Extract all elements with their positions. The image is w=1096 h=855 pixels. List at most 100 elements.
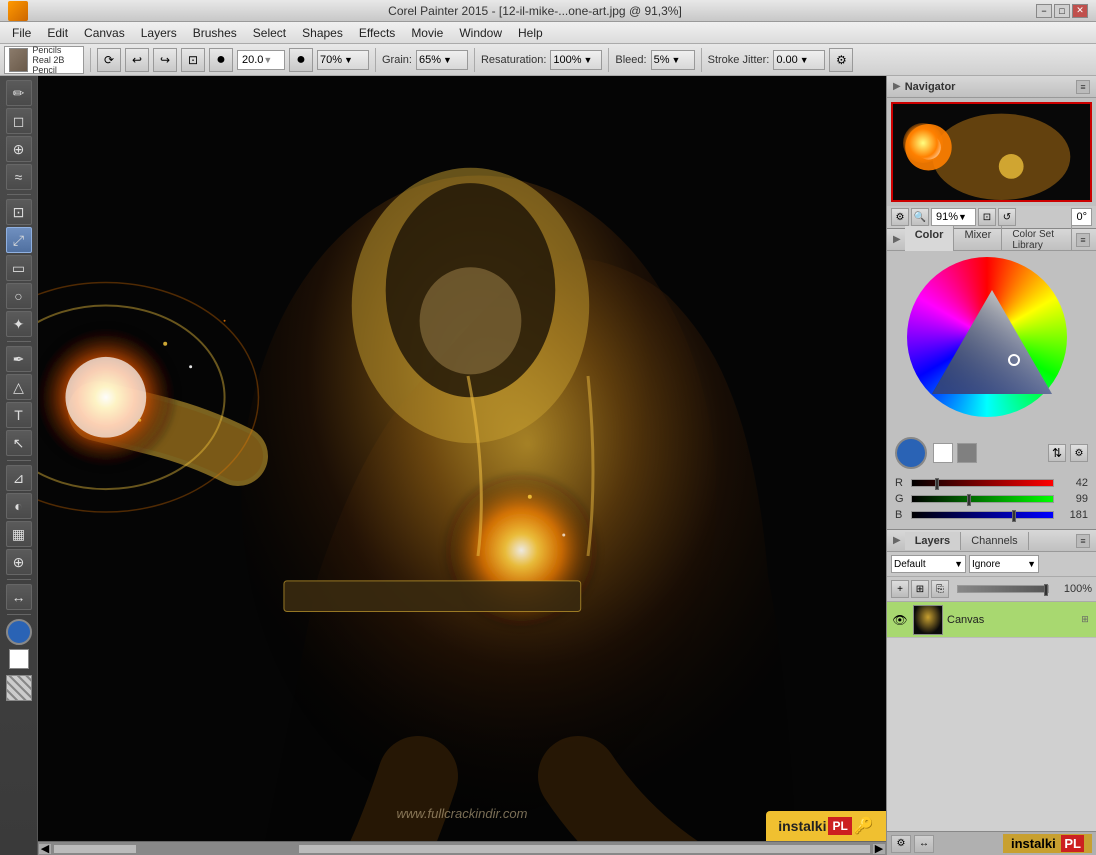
maximize-button[interactable]: □ xyxy=(1054,4,1070,18)
undo-button[interactable]: ↩ xyxy=(125,48,149,72)
menu-window[interactable]: Window xyxy=(451,22,510,43)
tool-brush[interactable]: ✏ xyxy=(6,80,32,106)
navigator-header: ▶ Navigator ≡ xyxy=(887,76,1096,98)
tool-lasso[interactable]: ○ xyxy=(6,283,32,309)
nav-zoom-display[interactable]: 91% ▼ xyxy=(931,208,976,226)
red-slider-track[interactable] xyxy=(911,479,1054,487)
tool-smear[interactable]: ≈ xyxy=(6,164,32,190)
new-group-btn[interactable]: ⊞ xyxy=(911,580,929,598)
tool-text[interactable]: T xyxy=(6,402,32,428)
menu-effects[interactable]: Effects xyxy=(351,22,403,43)
tool-dropper[interactable]: ⊿ xyxy=(6,465,32,491)
scroll-track-h[interactable] xyxy=(54,845,870,853)
minimize-button[interactable]: − xyxy=(1036,4,1052,18)
green-slider-track[interactable] xyxy=(911,495,1054,503)
nav-thumbnail[interactable] xyxy=(891,102,1092,202)
menu-movie[interactable]: Movie xyxy=(403,22,451,43)
close-button[interactable]: ✕ xyxy=(1072,4,1088,18)
opacity-select[interactable]: 70%▼ xyxy=(317,50,369,70)
nav-reset-btn[interactable]: ↺ xyxy=(998,208,1016,226)
horizontal-scrollbar[interactable]: ◀ ▶ xyxy=(38,841,886,855)
canvas-image[interactable]: www.fullcrackindir.com instalki PL 🔑 xyxy=(38,76,886,841)
menu-edit[interactable]: Edit xyxy=(39,22,76,43)
panel-bottom-btn-1[interactable]: ⚙ xyxy=(891,835,911,853)
menu-shapes[interactable]: Shapes xyxy=(294,22,351,43)
resize-button[interactable]: ⊡ xyxy=(181,48,205,72)
opacity-thumb[interactable] xyxy=(1044,584,1048,596)
foreground-color[interactable] xyxy=(6,619,32,645)
layer-options-btn[interactable]: ⊞ xyxy=(1078,613,1092,627)
layer-visibility-btn[interactable]: 👁 xyxy=(891,611,909,629)
color-dot-button[interactable]: ● xyxy=(289,48,313,72)
navigator-collapse-icon[interactable]: ▶ xyxy=(893,81,901,92)
white-swatch[interactable] xyxy=(933,443,953,463)
scroll-thumb-h[interactable] xyxy=(136,845,299,853)
scroll-right-btn[interactable]: ▶ xyxy=(872,843,886,855)
pattern-icon[interactable] xyxy=(6,675,32,701)
blend-mode-select[interactable]: Default ▼ xyxy=(891,555,966,573)
rotate-tool-button[interactable]: ⟳ xyxy=(97,48,121,72)
color-options-btn[interactable]: ⚙ xyxy=(1070,444,1088,462)
redo-button[interactable]: ↪ xyxy=(153,48,177,72)
tool-transform[interactable]: ⤢ xyxy=(6,227,32,253)
menu-help[interactable]: Help xyxy=(510,22,551,43)
menu-file[interactable]: File xyxy=(4,22,39,43)
menu-canvas[interactable]: Canvas xyxy=(76,22,133,43)
red-slider-thumb[interactable] xyxy=(935,478,939,490)
size-input[interactable]: 20.0 ▼ xyxy=(237,50,285,70)
tool-hand[interactable]: ↖ xyxy=(6,430,32,456)
composite-select[interactable]: Ignore ▼ xyxy=(969,555,1039,573)
main-color-swatch[interactable] xyxy=(895,437,927,469)
navigator-menu-btn[interactable]: ≡ xyxy=(1076,80,1090,94)
color-panel-menu-btn[interactable]: ≡ xyxy=(1076,233,1090,247)
opacity-slider-track[interactable] xyxy=(957,585,1049,593)
tab-color-set[interactable]: Color Set Library xyxy=(1002,226,1072,254)
menu-layers[interactable]: Layers xyxy=(133,22,185,43)
scroll-area[interactable]: www.fullcrackindir.com instalki PL 🔑 xyxy=(38,76,886,841)
nav-angle-display[interactable]: 0° xyxy=(1071,208,1092,226)
bleed-select[interactable]: 5%▼ xyxy=(651,50,695,70)
tab-layers[interactable]: Layers xyxy=(905,532,961,550)
tool-mirror[interactable]: ↔ xyxy=(6,584,32,610)
resaturation-select[interactable]: 100%▼ xyxy=(550,50,602,70)
menu-select[interactable]: Select xyxy=(245,22,294,43)
grain-select[interactable]: 65%▼ xyxy=(416,50,468,70)
color-wheel-area[interactable] xyxy=(887,251,1096,433)
nav-zoom-in-btn[interactable]: 🔍 xyxy=(911,208,929,226)
green-slider-thumb[interactable] xyxy=(967,494,971,506)
nav-fit-btn[interactable]: ⊡ xyxy=(978,208,996,226)
layer-item-canvas[interactable]: 👁 Canvas ⊞ xyxy=(887,602,1096,638)
settings-button[interactable]: ⚙ xyxy=(829,48,853,72)
paper-color-swatch[interactable] xyxy=(9,649,29,669)
new-layer-btn[interactable]: + xyxy=(891,580,909,598)
scroll-left-btn[interactable]: ◀ xyxy=(38,843,52,855)
tool-fill[interactable]: ◐ xyxy=(6,493,32,519)
panel-bottom-btn-2[interactable]: ↔ xyxy=(914,835,934,853)
tool-gradient[interactable]: ▦ xyxy=(6,521,32,547)
tool-crop[interactable]: ⊡ xyxy=(6,199,32,225)
blue-slider-track[interactable] xyxy=(911,511,1054,519)
blue-slider-thumb[interactable] xyxy=(1012,510,1016,522)
tab-color[interactable]: Color xyxy=(905,226,955,254)
tab-mixer[interactable]: Mixer xyxy=(954,226,1002,254)
color-collapse-icon[interactable]: ▶ xyxy=(893,234,901,245)
nav-settings-btn[interactable]: ⚙ xyxy=(891,208,909,226)
swap-colors-btn[interactable]: ⇅ xyxy=(1048,444,1066,462)
tool-pen[interactable]: ✒ xyxy=(6,346,32,372)
gray-swatch[interactable] xyxy=(957,443,977,463)
duplicate-layer-btn[interactable]: ⎘ xyxy=(931,580,949,598)
color-triangle-svg[interactable] xyxy=(932,290,1052,394)
brush-circle-button[interactable]: ● xyxy=(209,48,233,72)
tool-clone[interactable]: ⊕ xyxy=(6,136,32,162)
tool-magic-wand[interactable]: ✦ xyxy=(6,311,32,337)
tool-select-rect[interactable]: ▭ xyxy=(6,255,32,281)
tool-eraser[interactable]: ◻ xyxy=(6,108,32,134)
layers-collapse-icon[interactable]: ▶ xyxy=(893,535,901,546)
tool-zoom[interactable]: ⊕ xyxy=(6,549,32,575)
stroke-jitter-select[interactable]: 0.00▼ xyxy=(773,50,825,70)
menu-brushes[interactable]: Brushes xyxy=(185,22,245,43)
tab-channels[interactable]: Channels xyxy=(961,532,1028,550)
layers-menu-btn[interactable]: ≡ xyxy=(1076,534,1090,548)
tool-shape[interactable]: △ xyxy=(6,374,32,400)
color-wheel-container[interactable] xyxy=(907,257,1077,427)
